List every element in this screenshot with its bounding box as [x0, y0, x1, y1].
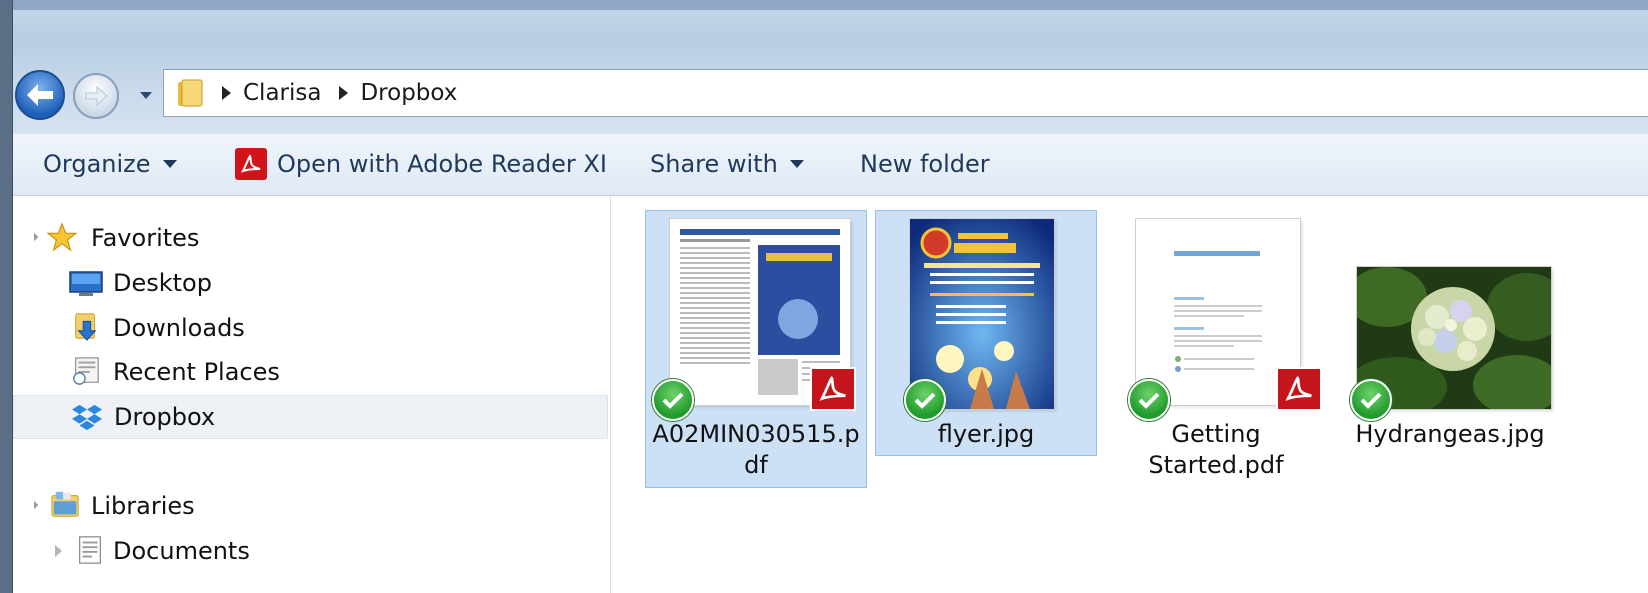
back-arrow-icon [27, 84, 53, 106]
file-name: Getting Started.pdf [1106, 419, 1326, 481]
downloads-folder-icon [75, 313, 97, 341]
chevron-down-icon [140, 92, 152, 99]
back-button[interactable] [15, 70, 65, 120]
file-item-hydrangeas[interactable]: Hydrangeas.jpg [1339, 210, 1561, 456]
star-icon [46, 222, 78, 252]
nav-label-recent-places: Recent Places [113, 358, 280, 386]
expand-arrow-icon[interactable] [29, 232, 39, 242]
breadcrumb-dropbox[interactable]: Dropbox [360, 80, 457, 106]
adobe-pdf-icon [810, 367, 856, 411]
expand-arrow-icon[interactable] [55, 545, 62, 557]
file-item-flyer[interactable]: flyer.jpg [875, 210, 1097, 456]
sync-check-icon [1128, 379, 1170, 421]
nav-label-desktop: Desktop [113, 269, 212, 297]
adobe-pdf-icon [1276, 367, 1322, 411]
chevron-down-icon [789, 160, 804, 168]
sync-check-icon [652, 379, 694, 421]
command-bar: Organize Open with Adobe Reader XI Share… [13, 134, 1648, 196]
nav-item-documents[interactable]: Documents [13, 529, 610, 573]
organize-label: Organize [43, 150, 151, 178]
file-item-a02min[interactable]: A02MIN030515.p df [645, 210, 867, 488]
file-name-line1: A02MIN030515.p [652, 420, 860, 448]
nav-item-libraries[interactable]: Libraries [13, 484, 610, 528]
file-name: Hydrangeas.jpg [1340, 419, 1560, 450]
file-item-getting-started[interactable]: Getting Started.pdf [1105, 210, 1327, 488]
recent-pages-dropdown[interactable] [137, 86, 155, 106]
explorer-window: Clarisa Dropbox Organize Open with Adobe… [12, 0, 1648, 593]
file-name-line2: Started.pdf [1148, 451, 1284, 479]
breadcrumb-separator [339, 86, 349, 100]
dropbox-icon [72, 404, 102, 431]
libraries-icon [51, 491, 79, 517]
title-bar: Clarisa Dropbox [13, 0, 1648, 134]
nav-item-desktop[interactable]: Desktop [13, 261, 610, 305]
sync-check-icon [904, 379, 946, 421]
file-name-line1: Hydrangeas.jpg [1355, 420, 1545, 448]
file-name-line2: df [744, 451, 768, 479]
chevron-down-icon [162, 160, 177, 168]
nav-label-libraries: Libraries [91, 492, 195, 520]
address-bar[interactable]: Clarisa Dropbox [163, 69, 1648, 117]
recent-places-icon [73, 357, 99, 385]
nav-label-downloads: Downloads [113, 314, 245, 342]
sync-check-icon [1350, 379, 1392, 421]
nav-item-favorites[interactable]: Favorites [13, 216, 610, 260]
open-with-label: Open with Adobe Reader XI [277, 150, 607, 178]
expand-arrow-icon[interactable] [29, 500, 39, 510]
folder-icon [176, 78, 204, 108]
nav-label-favorites: Favorites [91, 224, 200, 252]
breadcrumb-separator [222, 86, 231, 100]
share-with-button[interactable]: Share with [650, 148, 804, 180]
nav-item-downloads[interactable]: Downloads [13, 306, 610, 350]
file-name-line1: flyer.jpg [937, 420, 1035, 448]
nav-item-recent-places[interactable]: Recent Places [13, 350, 610, 394]
new-folder-label: New folder [860, 150, 990, 178]
documents-icon [79, 536, 101, 564]
adobe-pdf-icon [235, 148, 267, 180]
breadcrumb-clarisa[interactable]: Clarisa [243, 80, 321, 106]
forward-arrow-icon [85, 85, 108, 107]
file-name: flyer.jpg [876, 419, 1096, 450]
share-with-label: Share with [650, 150, 778, 178]
file-name-line1: Getting [1171, 420, 1261, 448]
nav-item-dropbox[interactable]: Dropbox [13, 395, 608, 439]
organize-button[interactable]: Organize [43, 148, 177, 180]
nav-label-dropbox: Dropbox [114, 403, 216, 431]
desktop-icon [69, 271, 103, 296]
open-with-button[interactable]: Open with Adobe Reader XI [235, 148, 607, 180]
new-folder-button[interactable]: New folder [860, 148, 990, 180]
nav-label-documents: Documents [113, 537, 250, 565]
file-name: A02MIN030515.p df [646, 419, 866, 481]
forward-button[interactable] [73, 73, 119, 119]
navigation-pane: Favorites Desktop Downloads Recent Place… [13, 196, 611, 593]
window-frame-top [13, 0, 1648, 10]
file-list: A02MIN030515.p df flyer.jpg Getting Star… [611, 196, 1648, 593]
